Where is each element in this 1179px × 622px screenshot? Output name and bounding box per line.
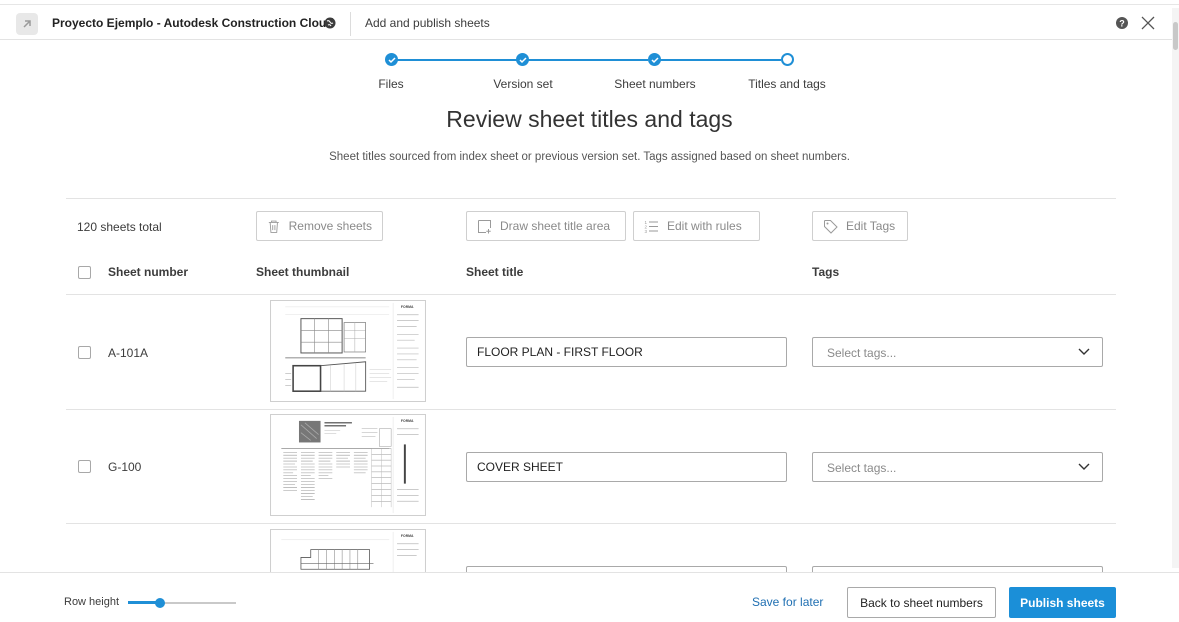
row-height-slider-handle[interactable] bbox=[155, 598, 165, 608]
draw-sheet-title-area-label: Draw sheet title area bbox=[500, 219, 611, 233]
trash-icon bbox=[268, 220, 279, 233]
row-checkbox[interactable] bbox=[78, 460, 91, 473]
remove-sheets-button[interactable]: Remove sheets bbox=[256, 211, 383, 241]
step-sheet-numbers-check-icon bbox=[648, 53, 661, 66]
column-header-sheet-number[interactable]: Sheet number bbox=[108, 265, 188, 279]
list-rules-icon: 1 2 3 bbox=[645, 220, 658, 234]
toolbar-divider bbox=[66, 198, 1116, 199]
svg-text:FORMA: FORMA bbox=[401, 419, 414, 423]
step-version-set-check-icon bbox=[516, 53, 529, 66]
step-label-version-set: Version set bbox=[493, 77, 553, 91]
svg-text:?: ? bbox=[1119, 18, 1125, 28]
project-name: Proyecto Ejemplo - Autodesk Construction… bbox=[52, 16, 334, 30]
sheet-number: A-101A bbox=[108, 346, 149, 360]
svg-text:3: 3 bbox=[645, 229, 648, 234]
draw-area-icon bbox=[478, 219, 491, 233]
scrollbar-track[interactable] bbox=[1172, 8, 1179, 568]
remove-sheets-label: Remove sheets bbox=[288, 219, 372, 233]
publish-sheets-dialog: Proyecto Ejemplo - Autodesk Construction… bbox=[0, 0, 1179, 622]
dialog-footer: Row height Save for later Back to sheet … bbox=[0, 572, 1179, 622]
sheet-title-input[interactable] bbox=[466, 337, 787, 367]
project-avatar-icon bbox=[16, 13, 38, 35]
floor-plan-thumbnail-image: FORMA bbox=[271, 301, 425, 401]
page-subtitle: Sheet titles sourced from index sheet or… bbox=[329, 151, 850, 163]
back-to-sheet-numbers-button[interactable]: Back to sheet numbers bbox=[847, 587, 996, 618]
step-files-check-icon bbox=[385, 53, 398, 66]
cover-sheet-thumbnail-image: FORMA bbox=[271, 415, 425, 515]
globe-icon bbox=[324, 17, 336, 29]
svg-text:FORMA: FORMA bbox=[401, 534, 414, 538]
scrollbar-thumb[interactable] bbox=[1173, 22, 1178, 50]
progress-stepper: Files Version set Sheet numbers Titles a… bbox=[0, 50, 1179, 91]
chevron-down-icon bbox=[1078, 348, 1090, 355]
edit-with-rules-label: Edit with rules bbox=[667, 219, 742, 233]
edit-tags-button[interactable]: Edit Tags bbox=[812, 211, 908, 241]
dialog-header: Proyecto Ejemplo - Autodesk Construction… bbox=[0, 5, 1172, 40]
step-connector bbox=[528, 59, 648, 61]
save-for-later-link[interactable]: Save for later bbox=[752, 595, 823, 609]
header-divider bbox=[350, 12, 351, 36]
tags-select[interactable]: Select tags... bbox=[812, 337, 1103, 367]
step-connector bbox=[660, 59, 781, 61]
row-checkbox[interactable] bbox=[78, 346, 91, 359]
select-all-checkbox[interactable] bbox=[78, 266, 91, 279]
column-header-tags: Tags bbox=[812, 265, 840, 279]
svg-text:FORMA: FORMA bbox=[401, 305, 414, 309]
step-connector bbox=[397, 59, 517, 61]
table-header-divider bbox=[66, 294, 1116, 295]
page-title: Review sheet titles and tags bbox=[446, 106, 733, 132]
column-header-sheet-thumbnail: Sheet thumbnail bbox=[256, 265, 350, 279]
tags-select[interactable]: Select tags... bbox=[812, 452, 1103, 482]
edit-tags-label: Edit Tags bbox=[846, 219, 896, 233]
tags-select-placeholder: Select tags... bbox=[827, 461, 897, 475]
publish-sheets-button[interactable]: Publish sheets bbox=[1009, 587, 1116, 618]
draw-sheet-title-area-button[interactable]: Draw sheet title area bbox=[466, 211, 626, 241]
sheets-total-count: 120 sheets total bbox=[77, 220, 162, 234]
sheet-thumbnail[interactable]: FORMA bbox=[270, 414, 426, 516]
tag-icon bbox=[824, 219, 838, 234]
edit-with-rules-button[interactable]: 1 2 3 Edit with rules bbox=[633, 211, 760, 241]
tags-select-placeholder: Select tags... bbox=[827, 346, 897, 360]
step-titles-tags-current-icon bbox=[781, 53, 794, 66]
chevron-down-icon bbox=[1078, 463, 1090, 470]
row-divider bbox=[66, 523, 1116, 524]
dialog-title: Add and publish sheets bbox=[365, 16, 490, 30]
help-icon[interactable]: ? bbox=[1116, 17, 1128, 29]
row-height-label: Row height bbox=[64, 596, 120, 608]
step-label-sheet-numbers: Sheet numbers bbox=[614, 77, 696, 91]
step-label-titles-tags: Titles and tags bbox=[748, 77, 826, 91]
close-icon[interactable] bbox=[1140, 15, 1156, 31]
sheet-number: G-100 bbox=[108, 460, 142, 474]
column-header-sheet-title[interactable]: Sheet title bbox=[466, 265, 523, 279]
step-label-files: Files bbox=[378, 77, 404, 91]
row-divider bbox=[66, 409, 1116, 410]
sheet-thumbnail[interactable]: FORMA bbox=[270, 300, 426, 402]
sheet-title-input[interactable] bbox=[466, 452, 787, 482]
